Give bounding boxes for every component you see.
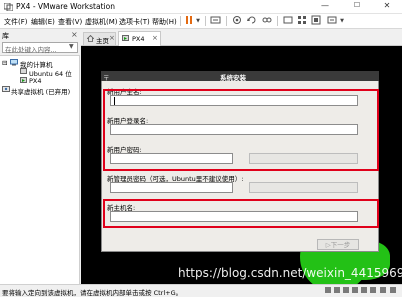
tree-item-shared-vms[interactable]: 共享虚拟机 (已弃用) — [11, 86, 70, 96]
tree-item-px4[interactable]: PX4 — [29, 77, 42, 85]
manage-snapshots-icon[interactable] — [261, 15, 272, 27]
dropdown-icon[interactable]: ▼ — [339, 18, 345, 30]
chevron-down-icon[interactable]: ▼ — [69, 43, 74, 50]
send-keys-icon[interactable] — [209, 15, 221, 27]
display-icon[interactable] — [370, 287, 376, 293]
watermark: https://blog.csdn.net/weixin_44159697 — [178, 266, 402, 280]
vm-running-icon — [20, 77, 27, 86]
tab-home-label: 主页 — [96, 37, 109, 45]
pause-icon[interactable] — [184, 15, 194, 27]
dropdown-icon[interactable]: ▼ — [195, 18, 201, 30]
home-icon — [86, 34, 95, 44]
tab-home[interactable]: 主页 × — [83, 32, 116, 45]
highlight-frame-hostname — [103, 199, 379, 228]
library-search-placeholder: 在此处键入内容... — [5, 46, 57, 54]
toolbar-separator — [205, 16, 206, 26]
toolbar-separator — [180, 16, 181, 26]
tab-px4-close-button[interactable]: × — [152, 34, 158, 42]
menu-vm[interactable]: 虚拟机(M) — [85, 17, 118, 27]
installer-dialog-title: 系统安装 — [220, 74, 246, 82]
hard-disk-icon[interactable] — [325, 287, 331, 293]
minimize-button[interactable]: — — [318, 1, 332, 12]
resize-grip-icon[interactable] — [390, 287, 396, 293]
computer-icon — [10, 59, 18, 68]
next-button[interactable]: ▷下一步 — [317, 239, 359, 250]
library-tree: ⊟ 我的计算机 Ubuntu 64 位 PX4 共享虚拟机 (已弃用) — [0, 55, 80, 284]
menu-help[interactable]: 帮助(H) — [152, 17, 177, 27]
shared-vm-icon — [2, 86, 10, 95]
library-title: 库 — [2, 32, 9, 40]
library-header — [0, 30, 80, 42]
menu-edit[interactable]: 编辑(E) — [31, 17, 55, 27]
close-window-button[interactable]: ✕ — [380, 1, 394, 12]
usb-icon[interactable] — [352, 287, 358, 293]
vm-icon — [20, 68, 27, 77]
admin-password-input[interactable] — [110, 182, 233, 193]
vm-running-icon — [122, 35, 129, 44]
pin-icon[interactable]: 〒 — [103, 72, 110, 82]
menu-bar: 文件(F) 编辑(E) 查看(V) 虚拟机(M) 选项卡(T) 帮助(H) ▼ … — [0, 14, 402, 29]
admin-password-confirm-input[interactable] — [249, 182, 358, 193]
highlight-frame-user-fields — [103, 89, 379, 171]
toolbar-separator — [277, 16, 278, 26]
menu-view[interactable]: 查看(V) — [58, 17, 82, 27]
message-icon[interactable] — [380, 287, 386, 293]
tab-px4-label: PX4 — [132, 35, 145, 43]
fullscreen-icon[interactable] — [282, 15, 293, 27]
library-close-button[interactable]: × — [71, 30, 78, 39]
maximize-button[interactable]: ☐ — [350, 1, 364, 12]
tab-px4[interactable]: PX4 × — [118, 31, 161, 46]
window-title: PX4 - VMware Workstation — [16, 2, 115, 11]
menu-tabs[interactable]: 选项卡(T) — [119, 17, 150, 27]
status-text: 要将输入定向到该虚拟机，请在虚拟机内部单击或按 Ctrl+G。 — [2, 289, 183, 297]
vmware-app-icon — [3, 2, 14, 12]
tree-expander-icon[interactable]: ⊟ — [2, 59, 7, 67]
snapshot-icon[interactable] — [231, 15, 242, 27]
sound-icon[interactable] — [361, 287, 367, 293]
menu-file[interactable]: 文件(F) — [4, 17, 28, 27]
unity-icon[interactable] — [296, 15, 307, 27]
toolbar-separator — [226, 16, 227, 26]
console-view-icon[interactable] — [310, 15, 321, 27]
tab-home-close-button[interactable]: × — [109, 34, 115, 42]
network-icon[interactable] — [343, 287, 349, 293]
cd-drive-icon[interactable] — [334, 287, 340, 293]
revert-snapshot-icon[interactable] — [246, 15, 257, 27]
stretch-icon[interactable] — [326, 15, 337, 27]
